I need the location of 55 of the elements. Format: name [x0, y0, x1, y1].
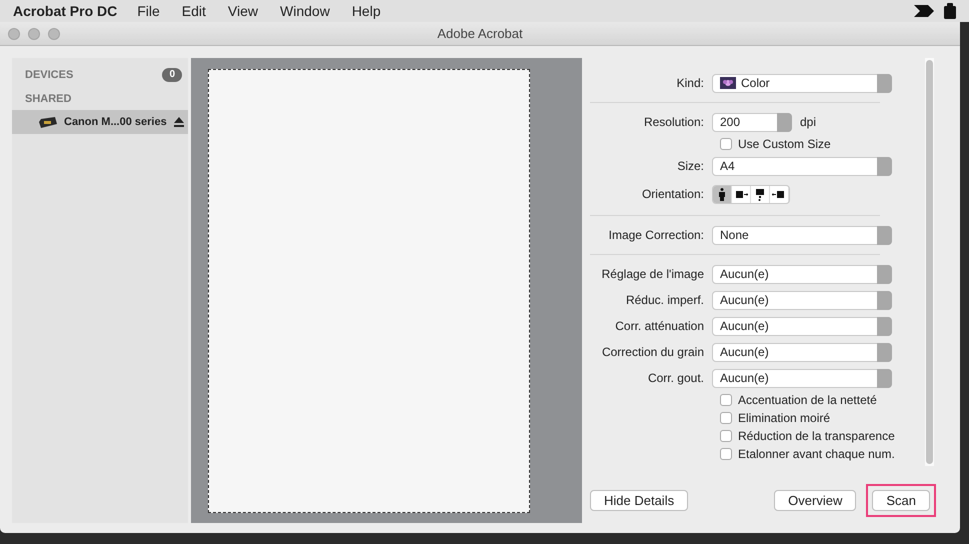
field-label: Réglage de l'image [600, 266, 705, 283]
unit-label: dpi [800, 114, 816, 131]
minimize-button[interactable] [28, 28, 40, 40]
combo-box[interactable]: 200 [712, 112, 792, 132]
field-label: Corr. gout. [646, 370, 705, 387]
dropdown[interactable]: Aucun(e) [712, 316, 892, 336]
dropdown[interactable]: A4 [712, 156, 892, 176]
device-name: Canon M...00 series [64, 114, 168, 130]
checkbox[interactable] [720, 448, 732, 460]
checkbox[interactable] [720, 412, 732, 424]
field-label: Resolution: [642, 114, 705, 131]
field-label: Image Correction: [608, 227, 705, 244]
dropdown[interactable]: Aucun(e) [712, 368, 892, 388]
field-label: Correction du grain [600, 344, 705, 361]
menu-item[interactable]: Window [280, 0, 330, 22]
close-button[interactable] [8, 28, 20, 40]
clipboard-icon[interactable] [944, 3, 956, 19]
checkbox-label: Elimination moiré [738, 410, 830, 427]
count-badge: 0 [162, 68, 182, 82]
checkbox[interactable] [720, 394, 732, 406]
eject-icon[interactable] [174, 117, 184, 127]
window-title: Adobe Acrobat [437, 24, 523, 43]
menu-item[interactable]: Edit [182, 0, 206, 22]
field-label: Corr. atténuation [614, 318, 705, 335]
field-label: Réduc. imperf. [624, 292, 705, 309]
checkbox-label: Etalonner avant chaque num. [738, 446, 895, 463]
app-menu[interactable]: Acrobat Pro DC [13, 0, 118, 22]
checkbox-label: Accentuation de la netteté [738, 392, 877, 409]
field-label: Size: [676, 158, 705, 175]
orientation-option[interactable] [770, 186, 789, 202]
field-label: Kind: [676, 75, 705, 92]
hide-details-button[interactable]: Hide Details [590, 490, 688, 511]
scrollbar[interactable] [925, 58, 934, 466]
zoom-button[interactable] [48, 28, 60, 40]
menu-item[interactable]: View [228, 0, 258, 22]
section-heading: DEVICES [25, 68, 74, 83]
checkbox-label: Réduction de la transparence [738, 428, 895, 445]
menu-item[interactable]: Help [352, 0, 381, 22]
orientation-option[interactable] [713, 186, 732, 202]
section-heading: SHARED [25, 92, 72, 107]
dropdown[interactable]: Aucun(e) [712, 264, 892, 284]
scan-button[interactable]: Scan [872, 490, 930, 511]
menu-item[interactable]: File [137, 0, 160, 22]
dropdown[interactable]: Color [712, 74, 892, 92]
dropdown[interactable]: Aucun(e) [712, 342, 892, 362]
overview-button[interactable]: Overview [774, 490, 856, 511]
field-label: Orientation: [640, 186, 705, 203]
orientation-control[interactable] [712, 184, 790, 204]
checkbox[interactable] [720, 430, 732, 442]
printer-icon [38, 115, 58, 129]
checkbox-label: Use Custom Size [738, 136, 831, 153]
checkbox[interactable] [720, 138, 732, 150]
dropdown[interactable]: None [712, 226, 892, 244]
dropdown[interactable]: Aucun(e) [712, 290, 892, 310]
sidebar-item[interactable]: Canon M...00 series [12, 110, 188, 134]
